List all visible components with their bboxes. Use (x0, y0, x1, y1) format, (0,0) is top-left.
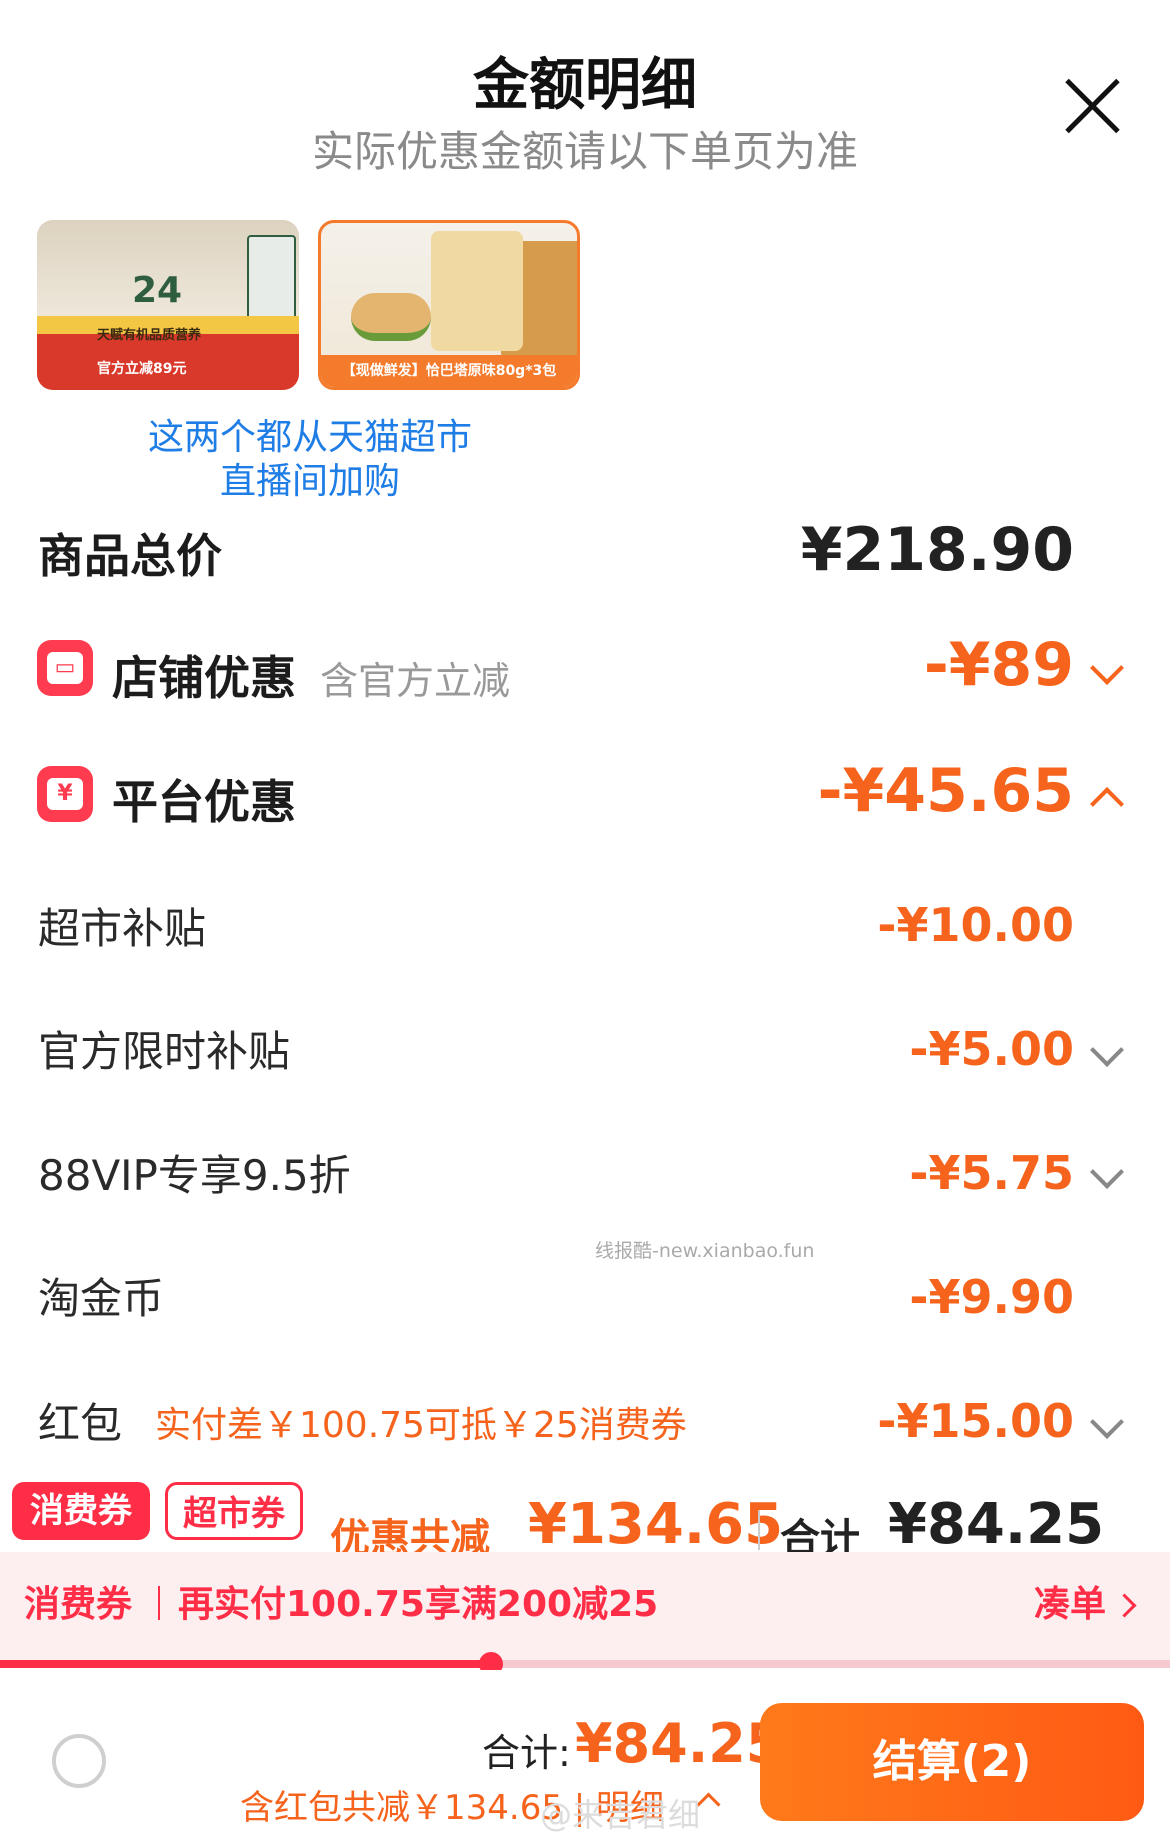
select-all-radio[interactable] (52, 1734, 106, 1788)
annotation-line1: 这两个都从天猫超市 (147, 417, 472, 458)
summary-total-value: ¥84.25 (888, 1492, 1105, 1557)
chevron-down-icon[interactable] (1090, 1155, 1124, 1189)
header: 金额明细 实际优惠金额请以下单页为准 (0, 0, 1170, 210)
progress-divider (158, 1586, 160, 1620)
sandwich-image (351, 293, 431, 341)
close-icon[interactable] (1062, 76, 1122, 136)
divider (758, 1510, 760, 1550)
store-icon: ▭ (37, 640, 93, 696)
item-value: -¥9.90 (909, 1270, 1074, 1324)
chevron-up-icon[interactable] (1090, 787, 1124, 821)
progress-tag: 消费券 (24, 1584, 133, 1625)
product-caption: 【现做鲜发】恰巴塔原味80g*3包 (321, 355, 577, 387)
product-promo-line1: 天赋有机品质营养 (97, 328, 202, 343)
item-label: 官方限时补贴 (38, 1027, 291, 1076)
total-price-label: 商品总价 (38, 529, 222, 583)
footer-total-value: ¥84.25 (575, 1712, 784, 1775)
page-title: 金额明细 (473, 53, 697, 118)
platform-discount-label: 平台优惠 (112, 775, 296, 829)
footer-total-label: 合计: (482, 1731, 571, 1775)
checkout-button[interactable]: 结算(2) (760, 1703, 1144, 1821)
red-packet-hint: 实付差￥100.75可抵￥25消费券 (155, 1405, 687, 1446)
item-label: 88VIP专享9.5折 (38, 1151, 351, 1200)
annotation-line2: 直播间加购 (219, 461, 400, 502)
total-price-value: ¥218.90 (800, 515, 1074, 585)
yuan-icon: ¥ (37, 766, 93, 822)
product-badge-number: 24 (132, 270, 183, 311)
coupon-tag-consumer[interactable]: 消费券 (12, 1482, 150, 1540)
item-value[interactable]: -¥5.75 (909, 1146, 1074, 1200)
watermark: 线报酷-new.xianbao.fun (595, 1240, 815, 1262)
platform-discount-value[interactable]: -¥45.65 (818, 756, 1074, 826)
progress-text: 再实付100.75享满200减25 (178, 1584, 659, 1625)
add-items-link[interactable]: 凑单 (1034, 1575, 1106, 1627)
weibo-credit: @来吉君细 (540, 1796, 701, 1834)
chevron-down-icon[interactable] (1090, 1033, 1124, 1067)
item-label: 淘金币 (38, 1274, 165, 1323)
page-subtitle: 实际优惠金额请以下单页为准 (311, 127, 858, 176)
progress-track (0, 1652, 1170, 1676)
store-discount-value[interactable]: -¥89 (924, 630, 1074, 700)
product-thumbnail-bread[interactable]: 【现做鲜发】恰巴塔原味80g*3包 (318, 220, 580, 390)
store-discount-sub: 含官方立减 (320, 659, 511, 703)
chevron-down-icon[interactable] (1090, 1405, 1124, 1439)
product-promo-line2: 官方立减89元 (97, 361, 187, 377)
store-discount-label: 店铺优惠 (112, 651, 296, 705)
progress-fill (0, 1660, 492, 1668)
coupon-tag-supermarket[interactable]: 超市券 (165, 1482, 303, 1540)
item-value: -¥10.00 (877, 898, 1074, 952)
item-value[interactable]: -¥5.00 (909, 1022, 1074, 1076)
item-label: 超市补贴 (38, 904, 207, 953)
chevron-down-icon[interactable] (1090, 651, 1124, 685)
item-label: 红包 (38, 1399, 123, 1448)
product-thumbnail-milk[interactable]: 24 天赋有机品质营养 官方立减89元 (37, 220, 299, 390)
item-value[interactable]: -¥15.00 (877, 1394, 1074, 1448)
saved-value: ¥134.65 (528, 1492, 784, 1557)
bread-image (431, 231, 523, 351)
